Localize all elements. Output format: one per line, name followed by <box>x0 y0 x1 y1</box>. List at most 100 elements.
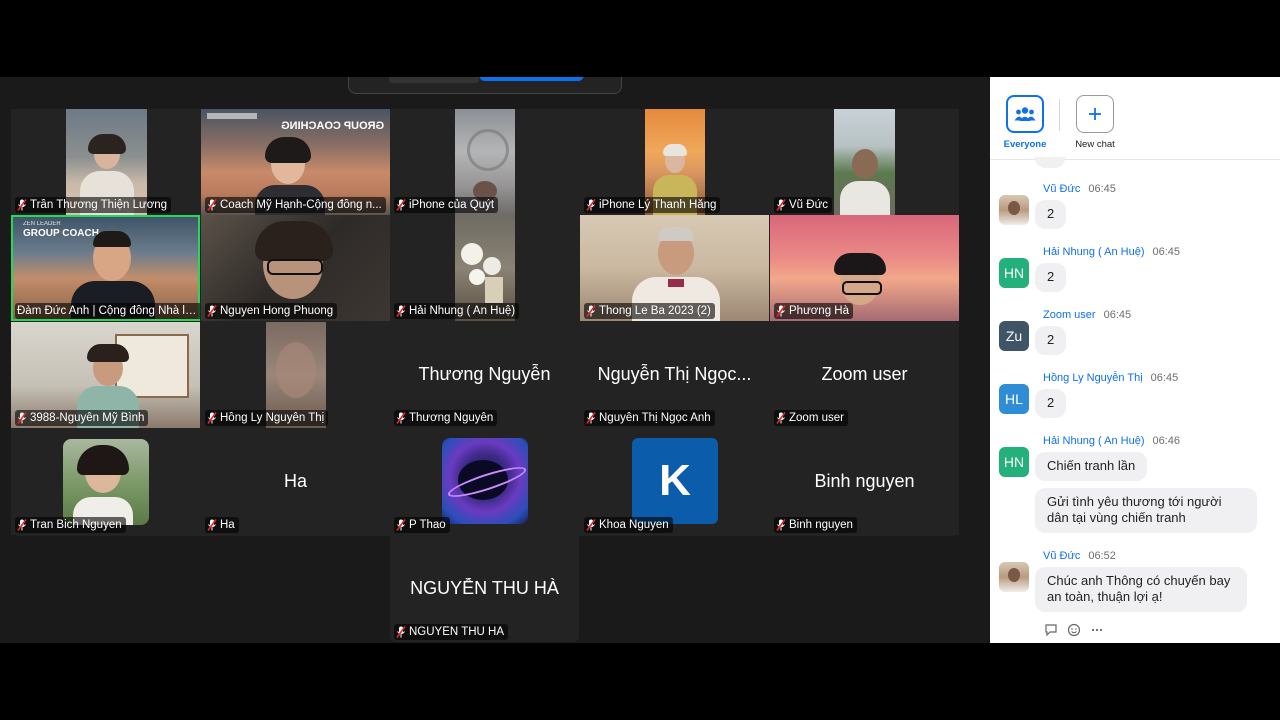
participant-name: Thương Nguyễn <box>409 412 494 424</box>
participant-name: Ha <box>220 519 235 531</box>
message-bubble: 2 <box>1035 389 1067 418</box>
participant-name-tag: Tran Bich Nguyen <box>15 517 126 533</box>
participant-name-tag: Nguyen Hong Phuong <box>205 303 338 319</box>
toolbar-dim-label <box>389 77 479 83</box>
participant-tile[interactable]: P Thao <box>390 429 579 535</box>
more-options-icon[interactable] <box>1090 623 1104 637</box>
participant-tile[interactable]: iPhone của Quýt <box>390 109 579 215</box>
participant-name: iPhone của Quýt <box>409 199 495 211</box>
participant-tile[interactable]: Zoom user Zoom user <box>770 322 959 428</box>
participant-tile[interactable]: Hải Nhung ( An Huệ) <box>390 215 579 321</box>
participant-display-name: Ha <box>283 471 307 491</box>
mic-off-icon <box>207 305 217 317</box>
participant-name-tag: Binh nguyen <box>774 517 857 533</box>
participant-name-tag: Thương Nguyễn <box>394 410 498 426</box>
mic-off-icon <box>396 412 406 424</box>
participant-name: 3988-Nguyễn Mỹ Bình <box>30 412 145 424</box>
avatar-image <box>442 438 528 524</box>
toolbar-blue-button[interactable] <box>479 77 584 81</box>
message-sender: Hải Nhung ( An Huệ) 06:45 <box>1043 246 1181 258</box>
participant-name: Nguyễn Thị Ngọc Anh <box>599 412 711 424</box>
mic-off-icon <box>396 626 406 638</box>
mic-off-icon <box>207 412 217 424</box>
avatar: HL <box>999 384 1029 414</box>
participant-tile[interactable]: iPhone Lý Thanh Hằng <box>580 109 769 215</box>
participant-name: Zoom user <box>789 412 844 424</box>
slide-text-top: ZEN LEADER <box>23 221 61 227</box>
participant-display-name: NGUYỄN THU HÀ <box>410 578 559 598</box>
participant-name-tag: Thong Le Ba 2023 (2) <box>584 303 715 319</box>
participant-tile[interactable]: Vũ Đức <box>770 109 959 215</box>
participant-tile[interactable]: K Khoa Nguyen <box>580 429 769 535</box>
message-bubble: Chiến tranh lần <box>1035 452 1148 481</box>
avatar <box>999 562 1029 592</box>
avatar: HN <box>999 258 1029 288</box>
participant-tile[interactable]: Thương Nguyễn Thương Nguyễn <box>390 322 579 428</box>
participant-tile[interactable]: Phương Hà <box>770 215 959 321</box>
message-actions <box>1044 623 1104 637</box>
mic-off-icon <box>396 305 406 317</box>
participant-name: Coach Mỹ Hạnh-Cộng đồng n... <box>220 199 382 211</box>
participant-tile[interactable]: Hồng Ly Nguyễn Thị <box>201 322 390 428</box>
top-toolbar-pill[interactable] <box>348 77 622 94</box>
participant-name: Đàm Đức Anh | Cộng đồng Nhà lã... <box>17 305 198 317</box>
avatar: Zu <box>999 321 1029 351</box>
participant-tile[interactable]: GROUP COACHING Coach Mỹ Hạnh-Cộng đồng n… <box>201 109 390 215</box>
participant-name: Thong Le Ba 2023 (2) <box>599 305 711 317</box>
video-feed <box>63 439 149 525</box>
avatar: HN <box>999 447 1029 477</box>
tab-everyone[interactable]: Everyone <box>995 95 1055 150</box>
participant-tile[interactable]: Binh nguyen Binh nguyen <box>770 429 959 535</box>
participant-name-tag: NGUYỄN THU HÀ <box>394 624 508 640</box>
tab-new-chat[interactable]: New chat <box>1065 95 1125 150</box>
mic-off-icon <box>207 519 217 531</box>
chat-panel: Everyone New chat Vũ Đức 06:45 2 HN Hải … <box>990 77 1280 643</box>
mic-off-icon <box>776 412 786 424</box>
participant-name: Hồng Ly Nguyễn Thị <box>220 412 325 424</box>
participant-name-tag: P Thao <box>394 517 450 533</box>
message-bubble: Chúc anh Thông có chuyến bay an toàn, th… <box>1035 567 1247 612</box>
tab-new-chat-label: New chat <box>1075 139 1115 150</box>
video-gallery: Trần Thương Thiện Lương GROUP COACHING C… <box>0 77 990 643</box>
participant-tile[interactable]: Nguyen Hong Phuong <box>201 215 390 321</box>
participant-name-tag: Vũ Đức <box>774 197 833 213</box>
tab-everyone-label: Everyone <box>1003 139 1047 150</box>
participant-tile[interactable]: NGUYỄN THU HÀ NGUYỄN THU HÀ <box>390 536 579 642</box>
participant-name: Trần Thương Thiện Lương <box>30 199 168 211</box>
message-time: 06:45 <box>1152 246 1181 258</box>
participant-name-tag: Trần Thương Thiện Lương <box>15 197 172 213</box>
participant-name-tag: Hồng Ly Nguyễn Thị <box>205 410 329 426</box>
participant-name-tag: iPhone của Quýt <box>394 197 499 213</box>
mic-off-icon <box>396 199 406 211</box>
slide-text: GROUP COACH <box>23 228 99 239</box>
avatar-image: K <box>632 438 718 524</box>
plus-icon <box>1089 108 1101 120</box>
message-time: 06:52 <box>1088 550 1116 562</box>
participant-tile[interactable]: Nguyễn Thị Ngọc... Nguyễn Thị Ngọc Anh <box>580 322 769 428</box>
tab-divider <box>1059 99 1060 131</box>
message-time: 06:46 <box>1152 435 1181 447</box>
participant-tile[interactable]: Trần Thương Thiện Lương <box>11 109 200 215</box>
reply-icon[interactable] <box>1044 623 1058 637</box>
participant-name-tag: Khoa Nguyen <box>584 517 673 533</box>
emoji-reaction-icon[interactable] <box>1067 623 1081 637</box>
mic-off-icon <box>586 412 596 424</box>
participant-tile[interactable]: Ha Ha <box>201 429 390 535</box>
people-icon <box>1014 107 1036 121</box>
participant-name: Phương Hà <box>789 305 849 317</box>
message-time: 06:45 <box>1103 309 1132 321</box>
mic-off-icon <box>17 519 27 531</box>
mic-off-icon <box>17 199 27 211</box>
participant-tile-active-speaker[interactable]: ZEN LEADER GROUP COACH Đàm Đức Anh | Cộn… <box>11 215 200 321</box>
participant-tile[interactable]: 3988-Nguyễn Mỹ Bình <box>11 322 200 428</box>
participant-name-tag: iPhone Lý Thanh Hằng <box>584 197 721 213</box>
mic-off-icon <box>776 199 786 211</box>
participant-display-name: Nguyễn Thị Ngọc... <box>597 364 752 384</box>
participant-display-name: Thương Nguyễn <box>418 364 551 384</box>
slide-text: GROUP COACHING <box>281 120 385 132</box>
participant-name-tag: Ha <box>205 517 239 533</box>
participant-tile[interactable]: Thong Le Ba 2023 (2) <box>580 215 769 321</box>
message-sender: Vũ Đức 06:45 <box>1043 183 1116 195</box>
participant-tile[interactable]: Tran Bich Nguyen <box>11 429 200 535</box>
participant-name: iPhone Lý Thanh Hằng <box>599 199 717 211</box>
